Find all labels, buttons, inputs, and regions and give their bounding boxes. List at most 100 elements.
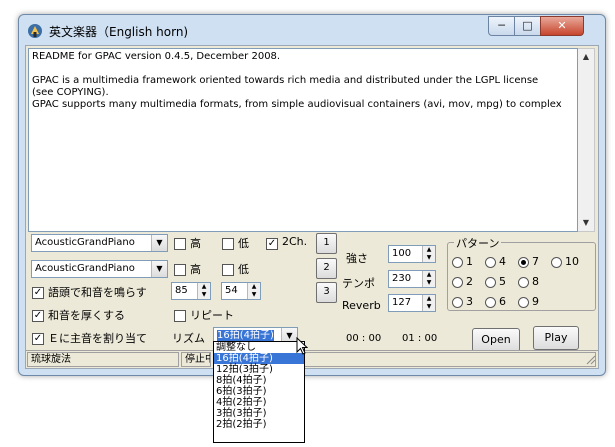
- spin-arrows-icon[interactable]: ▲ ▼: [197, 283, 210, 299]
- tempo-label: テンポ: [342, 277, 375, 290]
- spin-arrows-icon[interactable]: ▲ ▼: [422, 246, 435, 262]
- channel-2-button[interactable]: 2: [316, 258, 337, 279]
- chord-at-start-label: 語頭で和音を鳴らす: [48, 286, 147, 299]
- spinner-a[interactable]: 85 ▲ ▼: [171, 282, 211, 300]
- dropdown-arrow-icon[interactable]: ▼: [151, 235, 167, 251]
- instrument-upper-value: AcousticGrandPiano: [35, 237, 135, 248]
- pattern-radio-3[interactable]: [452, 297, 463, 308]
- pattern-label-6: 6: [499, 295, 506, 308]
- repeat-label: リピート: [190, 309, 234, 322]
- high2-checkbox[interactable]: [174, 264, 186, 276]
- strength-label: 強さ: [346, 252, 368, 265]
- strength-input[interactable]: 100 ▲ ▼: [388, 245, 436, 263]
- maximize-button[interactable]: □: [514, 16, 541, 36]
- open-button[interactable]: Open: [472, 328, 520, 352]
- instrument-select-upper[interactable]: AcousticGrandPiano ▼: [31, 234, 168, 252]
- high1-checkbox[interactable]: [174, 238, 186, 250]
- tempo-input[interactable]: 230 ▲ ▼: [388, 270, 436, 288]
- pattern-label-8: 8: [532, 275, 539, 288]
- pattern-legend: パターン: [454, 235, 502, 251]
- minimize-icon: ─: [498, 19, 505, 32]
- pattern-radio-5[interactable]: [485, 277, 496, 288]
- two-ch-label: 2Ch.: [282, 235, 308, 248]
- spinner-b-value: 54: [225, 285, 238, 296]
- total-time: 01 : 00: [402, 333, 438, 344]
- rhythm-option[interactable]: 6拍(3拍子): [214, 386, 304, 397]
- main-tone-e-checkbox[interactable]: ✓: [32, 333, 44, 345]
- rhythm-option[interactable]: 2拍(2拍子): [214, 419, 304, 430]
- channel-3-button[interactable]: 3: [316, 282, 337, 303]
- strength-value: 100: [392, 248, 412, 259]
- reverb-value: 127: [392, 297, 412, 308]
- chord-at-start-checkbox[interactable]: ✓: [32, 287, 44, 299]
- pattern-radio-6[interactable]: [485, 297, 496, 308]
- pattern-label-10: 10: [565, 255, 579, 268]
- rhythm-dropdown-list[interactable]: 調整なし 16拍(4拍子) 12拍(3拍子) 8拍(4拍子) 6拍(3拍子) 4…: [213, 341, 305, 443]
- vertical-scrollbar[interactable]: ▲ ▼: [578, 48, 595, 232]
- rhythm-label: リズム: [172, 332, 205, 345]
- pattern-radio-7[interactable]: [518, 257, 529, 268]
- low1-checkbox[interactable]: [222, 238, 234, 250]
- channel-1-button[interactable]: 1: [316, 233, 337, 254]
- pattern-radio-9[interactable]: [518, 297, 529, 308]
- spin-arrows-icon[interactable]: ▲ ▼: [422, 295, 435, 311]
- pattern-label-1: 1: [466, 255, 473, 268]
- spinner-a-value: 85: [175, 285, 188, 296]
- spin-arrows-icon[interactable]: ▲ ▼: [247, 283, 260, 299]
- low1-label: 低: [238, 237, 249, 250]
- status-scale: 琉球旋法: [27, 352, 179, 367]
- high1-label: 高: [190, 237, 201, 250]
- rhythm-option[interactable]: 3拍(3拍子): [214, 408, 304, 419]
- play-button[interactable]: Play: [533, 326, 579, 350]
- pattern-radio-2[interactable]: [452, 277, 463, 288]
- main-tone-e-label: Ｅに主音を割り当て: [48, 332, 147, 345]
- reverb-label: Reverb: [342, 299, 381, 312]
- close-button[interactable]: ✕: [540, 16, 584, 36]
- pattern-label-9: 9: [532, 295, 539, 308]
- pattern-radio-10[interactable]: [551, 257, 562, 268]
- spin-arrows-icon[interactable]: ▲ ▼: [422, 271, 435, 287]
- repeat-checkbox[interactable]: [174, 310, 186, 322]
- scroll-down-icon[interactable]: ▼: [578, 215, 594, 231]
- two-ch-checkbox[interactable]: ✓: [266, 238, 278, 250]
- rhythm-option[interactable]: 8拍(4拍子): [214, 375, 304, 386]
- resize-grip-icon[interactable]: [585, 354, 596, 365]
- close-icon: ✕: [557, 19, 567, 32]
- tempo-value: 230: [392, 273, 412, 284]
- pattern-label-3: 3: [466, 295, 473, 308]
- scroll-up-icon[interactable]: ▲: [578, 49, 594, 65]
- status-state: 停止中: [181, 352, 211, 367]
- thick-chord-checkbox[interactable]: ✓: [32, 310, 44, 322]
- maximize-icon: □: [522, 19, 533, 32]
- minimize-button[interactable]: ─: [488, 16, 515, 36]
- rhythm-option[interactable]: 12拍(3拍子): [214, 364, 304, 375]
- dropdown-arrow-icon[interactable]: ▼: [151, 261, 167, 277]
- app-icon: [28, 24, 42, 38]
- rhythm-option[interactable]: 調整なし: [214, 342, 304, 353]
- status-bar: 琉球旋法 停止中: [26, 350, 598, 368]
- client-area: README for GPAC version 0.4.5, December …: [25, 45, 599, 369]
- rhythm-option[interactable]: 4拍(2拍子): [214, 397, 304, 408]
- window-title: 英文楽器（English horn): [49, 25, 189, 39]
- spinner-b[interactable]: 54 ▲ ▼: [221, 282, 261, 300]
- pattern-radio-4[interactable]: [485, 257, 496, 268]
- pattern-label-7: 7: [532, 255, 539, 268]
- rhythm-option[interactable]: 16拍(4拍子): [214, 353, 304, 364]
- instrument-select-lower[interactable]: AcousticGrandPiano ▼: [31, 260, 168, 278]
- rhythm-selected-value: 16拍(4拍子): [217, 330, 274, 341]
- pattern-radio-8[interactable]: [518, 277, 529, 288]
- thick-chord-label: 和音を厚くする: [48, 309, 125, 322]
- instrument-lower-value: AcousticGrandPiano: [35, 263, 135, 274]
- low2-checkbox[interactable]: [222, 264, 234, 276]
- current-time: 00 : 00: [346, 333, 382, 344]
- title-bar[interactable]: 英文楽器（English horn) ─ □ ✕: [19, 15, 605, 45]
- mouse-cursor-icon: [296, 337, 308, 355]
- low2-label: 低: [238, 263, 249, 276]
- pattern-label-5: 5: [499, 275, 506, 288]
- pattern-label-4: 4: [499, 255, 506, 268]
- pattern-group: パターン 1 4 7 10 2 5 8 3 6 9: [447, 235, 596, 311]
- reverb-input[interactable]: 127 ▲ ▼: [388, 294, 436, 312]
- readme-textbox[interactable]: README for GPAC version 0.4.5, December …: [28, 48, 578, 232]
- app-window: 英文楽器（English horn) ─ □ ✕ README for GPAC…: [18, 14, 606, 376]
- pattern-radio-1[interactable]: [452, 257, 463, 268]
